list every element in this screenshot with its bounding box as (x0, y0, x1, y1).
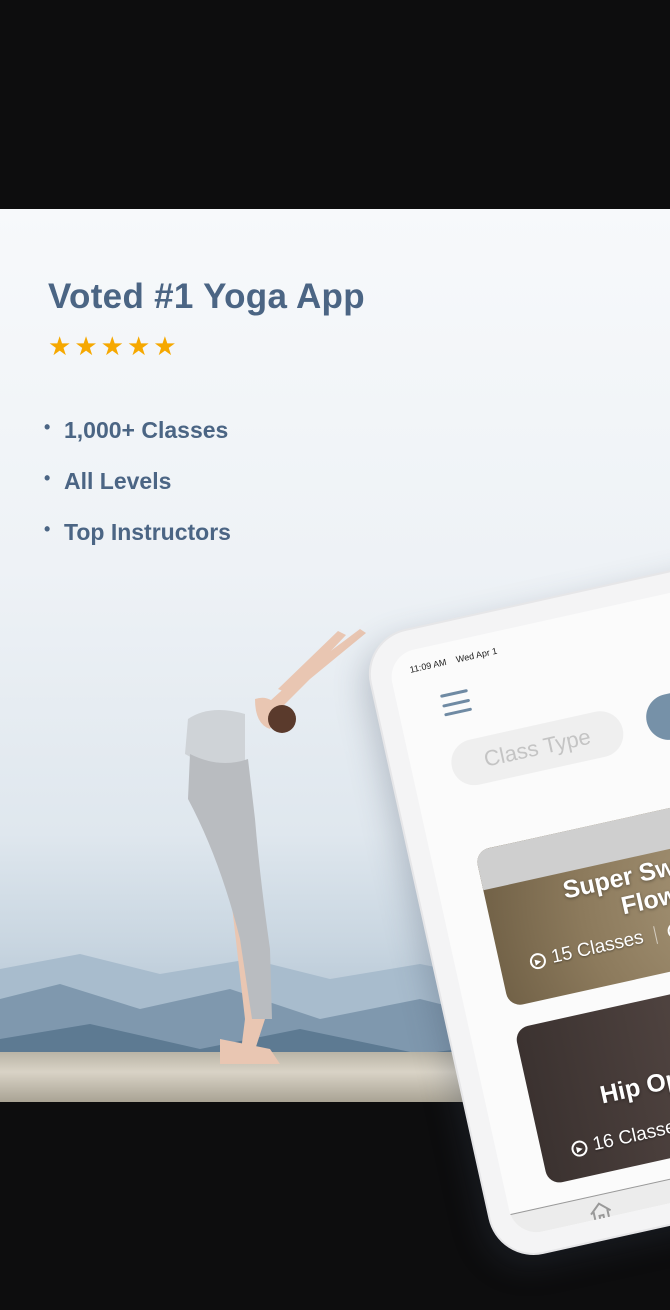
card-title: Hip Ope (597, 1061, 670, 1110)
bullet-icon: • (44, 417, 51, 437)
class-card[interactable]: Super Sweaty Flow ▶ 15 Classes 10h (474, 760, 670, 1008)
clock-icon (666, 921, 670, 941)
feature-item: • All Levels (44, 468, 231, 519)
bullet-icon: • (44, 519, 51, 539)
card-title: Super Sweaty Flow (560, 841, 670, 921)
class-type-filter[interactable]: Class Type (446, 706, 628, 790)
filter-pill-active[interactable]: C (641, 673, 670, 745)
card-classes: 16 Classes (590, 1114, 670, 1156)
star-icon: ★ (48, 331, 72, 361)
hamburger-menu-icon[interactable] (440, 688, 473, 717)
tablet-screen: 11:09 AM Wed Apr 1 Class Type C Super Sw… (386, 548, 670, 1238)
status-date: Wed Apr 1 (455, 645, 499, 665)
status-time: 11:09 AM (408, 656, 448, 675)
play-icon: ▶ (569, 1139, 590, 1159)
star-icon: ★ (126, 331, 151, 361)
tab-home-label: Home (584, 1219, 625, 1238)
feature-list: • 1,000+ Classes • All Levels • Top Instruc… (44, 417, 231, 570)
bullet-icon: • (44, 468, 51, 488)
home-icon (589, 1202, 611, 1225)
feature-label: Top Instructors (64, 519, 231, 545)
feature-label: 1,000+ Classes (64, 417, 229, 443)
star-icon: ★ (153, 331, 177, 361)
star-icon: ★ (74, 331, 98, 361)
feature-item: • Top Instructors (44, 519, 231, 570)
star-rating: ★ ★ ★ ★ ★ (48, 333, 177, 359)
feature-label: All Levels (64, 468, 172, 494)
status-bar: 11:09 AM Wed Apr 1 (409, 646, 498, 675)
headline: Voted #1 Yoga App (48, 277, 365, 316)
yoga-woman-image (185, 629, 366, 1064)
play-icon: ▶ (528, 951, 548, 971)
feature-item: • 1,000+ Classes (44, 417, 231, 468)
card-meta: ▶ 16 Classes (569, 1106, 670, 1161)
tab-home[interactable]: Home (580, 1198, 625, 1238)
star-icon: ★ (100, 331, 124, 361)
